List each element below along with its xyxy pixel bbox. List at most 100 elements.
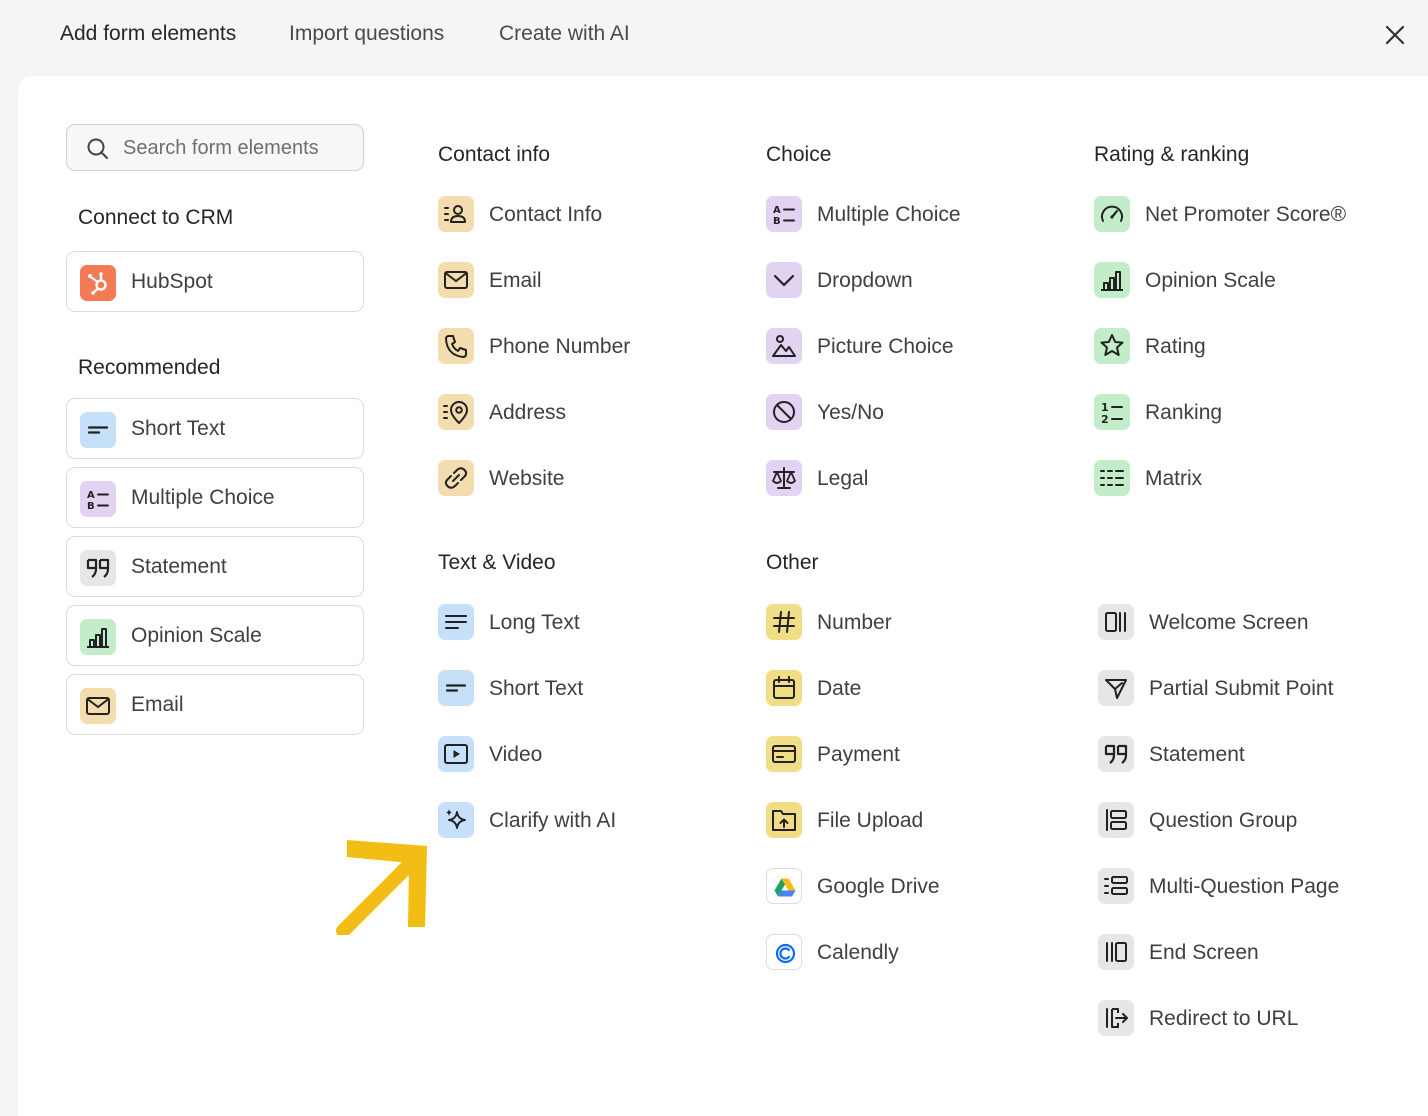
item-label: Number [817, 611, 892, 634]
recommended-label: Opinion Scale [131, 624, 262, 647]
item-label: Ranking [1145, 401, 1223, 424]
recommended-multiple-choice[interactable]: AB Multiple Choice [66, 467, 364, 528]
svg-text:2: 2 [1101, 413, 1109, 426]
item-label: Short Text [489, 677, 584, 700]
upload-folder-icon [766, 802, 802, 838]
item-label: Dropdown [817, 269, 913, 292]
tab-create-with-ai[interactable]: Create with AI [499, 22, 630, 46]
tab-add-form-elements[interactable]: Add form elements [60, 22, 236, 46]
item-label: Yes/No [817, 401, 884, 424]
multiple-choice-icon: AB [766, 196, 802, 232]
contact-info-heading: Contact info [438, 143, 551, 166]
recommended-label: Short Text [131, 417, 226, 440]
item-label: Long Text [489, 611, 580, 634]
item-label: Rating [1145, 335, 1206, 358]
item-label: Calendly [817, 941, 899, 964]
item-label: Website [489, 467, 565, 490]
connect-crm-heading: Connect to CRM [78, 206, 234, 229]
hubspot-label: HubSpot [131, 270, 213, 293]
calendly-icon [766, 934, 802, 970]
item-label: Redirect to URL [1149, 1007, 1299, 1030]
item-label: Picture Choice [817, 335, 954, 358]
item-label: Legal [817, 467, 869, 490]
multi-question-icon [1098, 868, 1134, 904]
hubspot-card[interactable]: HubSpot [66, 251, 364, 312]
quote-icon [80, 550, 116, 586]
gauge-icon [1094, 196, 1130, 232]
calendar-icon [766, 670, 802, 706]
item-label: Matrix [1145, 467, 1203, 490]
recommended-short-text[interactable]: Short Text [66, 398, 364, 459]
short-text-icon [80, 412, 116, 448]
top-tab-bar: Add form elements Import questions Creat… [0, 0, 1428, 76]
google-drive-icon [766, 868, 802, 904]
item-label: Contact Info [489, 203, 603, 226]
item-label: Address [489, 401, 567, 424]
short-text-icon [438, 670, 474, 706]
credit-card-icon [766, 736, 802, 772]
question-group-icon [1098, 802, 1134, 838]
redirect-icon [1098, 1000, 1134, 1036]
recommended-statement[interactable]: Statement [66, 536, 364, 597]
item-label: Multi-Question Page [1149, 875, 1340, 898]
link-icon [438, 460, 474, 496]
annotation-arrow-icon [336, 840, 427, 935]
chevron-down-icon [766, 262, 802, 298]
svg-text:A: A [773, 205, 781, 216]
send-icon [1098, 670, 1134, 706]
end-screen-icon [1098, 934, 1134, 970]
text-video-heading: Text & Video [438, 551, 556, 574]
numbered-list-icon: 12 [1094, 394, 1130, 430]
item-label: Net Promoter Score® [1145, 203, 1347, 226]
recommended-label: Statement [131, 555, 227, 578]
envelope-icon [438, 262, 474, 298]
bar-chart-icon [80, 619, 116, 655]
choice-heading: Choice [766, 143, 832, 166]
matrix-icon [1094, 460, 1130, 496]
envelope-icon [80, 688, 116, 724]
location-pin-icon [438, 394, 474, 430]
svg-text:B: B [773, 216, 781, 227]
item-label: Statement [1149, 743, 1245, 766]
recommended-label: Email [131, 693, 184, 716]
item-label: Email [489, 269, 542, 292]
other-heading: Other [766, 551, 819, 574]
svg-text:A: A [87, 490, 95, 501]
item-label: Payment [817, 743, 900, 766]
tab-import-questions[interactable]: Import questions [289, 22, 444, 46]
item-label: Phone Number [489, 335, 631, 358]
recommended-opinion-scale[interactable]: Opinion Scale [66, 605, 364, 666]
svg-text:B: B [87, 501, 95, 512]
sparkle-icon [438, 802, 474, 838]
search-input[interactable] [121, 133, 355, 163]
item-label: Question Group [1149, 809, 1298, 832]
hubspot-icon [80, 265, 116, 301]
recommended-email[interactable]: Email [66, 674, 364, 735]
welcome-screen-icon [1098, 604, 1134, 640]
long-text-icon [438, 604, 474, 640]
phone-icon [438, 328, 474, 364]
recommended-heading: Recommended [78, 356, 221, 379]
picture-icon [766, 328, 802, 364]
quote-icon [1098, 736, 1134, 772]
yes-no-icon [766, 394, 802, 430]
close-icon[interactable] [1382, 22, 1408, 48]
item-label: Partial Submit Point [1149, 677, 1334, 700]
item-label: Clarify with AI [489, 809, 617, 832]
rating-ranking-heading: Rating & ranking [1094, 143, 1250, 166]
hash-icon [766, 604, 802, 640]
item-label: File Upload [817, 809, 924, 832]
item-label: End Screen [1149, 941, 1259, 964]
video-icon [438, 736, 474, 772]
item-label: Video [489, 743, 543, 766]
bar-chart-icon [1094, 262, 1130, 298]
item-label: Date [817, 677, 862, 700]
search-icon [87, 138, 108, 159]
multiple-choice-icon: AB [80, 481, 116, 517]
scales-icon [766, 460, 802, 496]
item-label: Google Drive [817, 875, 940, 898]
item-label: Welcome Screen [1149, 611, 1309, 634]
contact-card-icon [438, 196, 474, 232]
search-box[interactable] [66, 124, 364, 171]
star-icon [1094, 328, 1130, 364]
